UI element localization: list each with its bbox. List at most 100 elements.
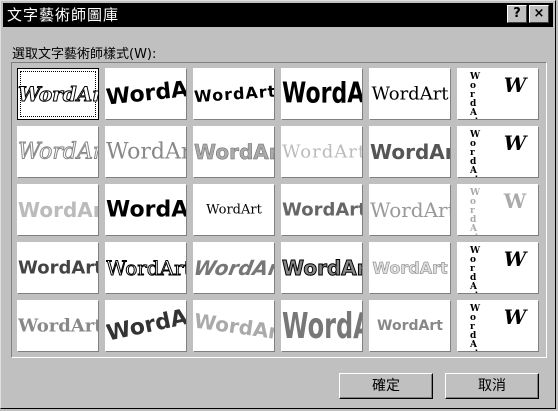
wordart-style-preview: WordArt [281,184,363,236]
wordart-sample-text: WordArt [18,82,98,107]
wordart-style-preview: WordArt [193,126,275,178]
wordart-style-option[interactable]: WordArt [278,239,366,297]
wordart-vertical-text: WordArt [470,130,481,178]
wordart-sample-text: WordArt [18,198,98,222]
wordart-style-preview: WordArt [281,126,363,178]
wordart-style-preview: WordArt [193,68,275,120]
wordart-style-option[interactable]: WordArt W [454,181,542,239]
wordart-style-preview: WordArt [105,300,187,352]
wordart-style-option[interactable]: WordArt [190,239,278,297]
gallery-prompt-label: 選取文字藝術師樣式(W): [12,47,157,62]
wordart-style-grid: WordArtWordArtWordArtWordArtWordArtWordA… [14,65,542,355]
wordart-sample-text: WordArt [370,140,450,164]
wordart-style-preview: WordArt [369,184,451,236]
wordart-sample-text: WordArt [106,197,187,223]
wordart-sample-text: WordArt [372,258,448,278]
wordart-style-preview: WordArt W [457,184,539,236]
close-button[interactable]: × [529,5,549,23]
wordart-style-option[interactable]: WordArt [278,181,366,239]
wordart-sample-text: WordArt [18,257,99,279]
ok-button[interactable]: 確定 [339,373,433,399]
wordart-w-letter: W [503,305,527,329]
wordart-style-option[interactable]: WordArt [366,65,454,123]
wordart-w-letter: W [503,131,527,155]
wordart-sample-text: WordArt [370,198,451,222]
wordart-style-option[interactable]: WordArt [366,181,454,239]
wordart-style-option[interactable]: WordArt W [454,297,542,355]
wordart-style-preview: WordArt [17,184,99,236]
wordart-style-preview: WordArt W [457,126,539,178]
wordart-style-preview: WordArt [369,242,451,294]
wordart-w-letter: W [503,247,527,271]
wordart-style-preview: WordArt [369,126,451,178]
wordart-sample-text: WordArt [206,202,262,218]
wordart-style-preview: WordArt [105,68,187,120]
wordart-sample-text: WordArt [193,81,275,107]
wordart-style-preview: WordArt [193,184,275,236]
wordart-style-preview: WordArt W [457,300,539,352]
wordart-style-option[interactable]: WordArt [102,65,190,123]
wordart-style-option[interactable]: WordArt W [454,239,542,297]
wordart-style-preview: WordArt [193,242,275,294]
wordart-vertical-text: WordArt [470,246,481,294]
wordart-style-preview: WordArt W [457,68,539,120]
wordart-style-option[interactable]: WordArt [102,239,190,297]
wordart-vertical-text: WordArt [470,304,481,352]
wordart-gallery-dialog: 文字藝術師圖庫 ? × 選取文字藝術師樣式(W): WordArtWordArt… [0,0,556,409]
wordart-vertical-text: WordArt [470,72,481,120]
wordart-style-option[interactable]: WordArt [366,239,454,297]
wordart-style-preview: WordArt [105,126,187,178]
wordart-style-option[interactable]: WordArt [366,123,454,181]
wordart-style-option[interactable]: WordArt [14,65,102,123]
wordart-style-option[interactable]: WordArt [278,123,366,181]
wordart-style-option[interactable]: WordArt [278,297,366,355]
wordart-style-preview: WordArt [17,300,99,352]
wordart-style-option[interactable]: WordArt W [454,123,542,181]
wordart-style-option[interactable]: WordArt [102,297,190,355]
wordart-style-option[interactable]: WordArt [190,123,278,181]
wordart-sample-text: WordArt [193,308,275,346]
wordart-style-option[interactable]: WordArt [102,181,190,239]
help-button[interactable]: ? [507,5,527,23]
wordart-sample-text: WordArt [193,256,275,280]
wordart-sample-text: WordArt [18,139,98,165]
wordart-style-option[interactable]: WordArt [190,297,278,355]
wordart-style-preview: WordArt [281,242,363,294]
wordart-style-option[interactable]: WordArt [102,123,190,181]
wordart-style-option[interactable]: WordArt [14,181,102,239]
wordart-sample-text: WordArt [105,300,187,347]
wordart-style-preview: WordArt [105,242,187,294]
wordart-sample-text: WordArt [106,256,187,281]
title-bar: 文字藝術師圖庫 ? × [3,3,553,27]
wordart-style-preview: WordArt [17,68,99,120]
wordart-style-preview: WordArt [281,300,363,352]
wordart-style-preview: WordArt [369,300,451,352]
wordart-w-letter: W [503,73,527,97]
wordart-vertical-text: WordArt [470,188,481,236]
wordart-style-option[interactable]: WordArt [366,297,454,355]
wordart-sample-text: WordArt [282,256,362,281]
wordart-style-gallery: WordArtWordArtWordArtWordArtWordArtWordA… [11,62,547,358]
wordart-sample-text: WordArt [105,74,187,111]
wordart-style-option[interactable]: WordArt [14,123,102,181]
wordart-sample-text: WordArt [282,305,362,347]
wordart-sample-text: WordArt [194,140,274,165]
wordart-style-option[interactable]: WordArt [278,65,366,123]
wordart-style-option[interactable]: WordArt [14,297,102,355]
wordart-style-preview: WordArt [193,300,275,352]
wordart-sample-text: WordArt [282,141,363,163]
wordart-style-option[interactable]: WordArt [14,239,102,297]
wordart-style-option[interactable]: WordArt W [454,65,542,123]
wordart-sample-text: WordArt [18,315,99,337]
wordart-style-preview: WordArt [369,68,451,120]
wordart-sample-text: WordArt [106,139,186,165]
cancel-button[interactable]: 取消 [445,373,539,399]
wordart-w-letter: W [503,189,527,213]
wordart-sample-text: WordArt [377,318,443,334]
wordart-style-preview: WordArt [281,68,363,120]
wordart-sample-text: WordArt [282,199,363,221]
dialog-title: 文字藝術師圖庫 [7,6,120,24]
wordart-style-option[interactable]: WordArt [190,181,278,239]
wordart-style-option[interactable]: WordArt [190,65,278,123]
wordart-style-preview: WordArt [17,126,99,178]
